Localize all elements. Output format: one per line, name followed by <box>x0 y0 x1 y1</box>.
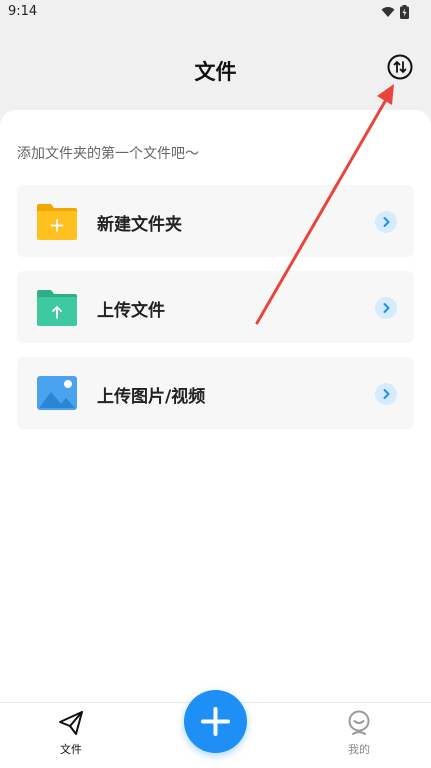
status-icons <box>381 5 409 19</box>
chevron-right-icon <box>375 211 397 233</box>
nav-label-files: 文件 <box>60 743 82 756</box>
page-title: 文件 <box>194 60 237 84</box>
chevron-right-icon <box>375 383 397 405</box>
wifi-icon <box>381 7 395 17</box>
empty-hint: 添加文件夹的第一个文件吧～ <box>17 146 199 162</box>
new-folder-icon <box>37 204 77 240</box>
new-folder-label: 新建文件夹 <box>97 215 182 235</box>
plus-icon <box>201 707 230 736</box>
nav-tab-files[interactable]: 文件 <box>41 709 101 765</box>
nav-tab-profile[interactable]: 我的 <box>329 709 389 765</box>
status-time: 9:14 <box>8 4 38 19</box>
profile-icon <box>348 710 370 735</box>
header: 文件 <box>0 40 431 96</box>
main-card: 添加文件夹的第一个文件吧～ 新建文件夹 上传文件 上传图片/视频 <box>0 110 431 702</box>
upload-image-video-label: 上传图片/视频 <box>97 387 206 407</box>
new-folder-button[interactable]: 新建文件夹 <box>17 185 414 257</box>
nav-label-profile: 我的 <box>348 743 370 756</box>
add-button[interactable] <box>184 690 247 753</box>
sort-arrows-icon <box>387 54 413 80</box>
upload-file-button[interactable]: 上传文件 <box>17 271 414 343</box>
battery-icon <box>400 5 409 19</box>
upload-image-video-button[interactable]: 上传图片/视频 <box>17 357 414 429</box>
status-bar: 9:14 <box>0 0 431 26</box>
paper-plane-icon <box>59 711 83 735</box>
upload-image-icon <box>37 376 77 410</box>
sort-button[interactable] <box>387 54 413 80</box>
chevron-right-icon <box>375 297 397 319</box>
upload-file-icon <box>37 290 77 326</box>
upload-file-label: 上传文件 <box>97 301 165 321</box>
